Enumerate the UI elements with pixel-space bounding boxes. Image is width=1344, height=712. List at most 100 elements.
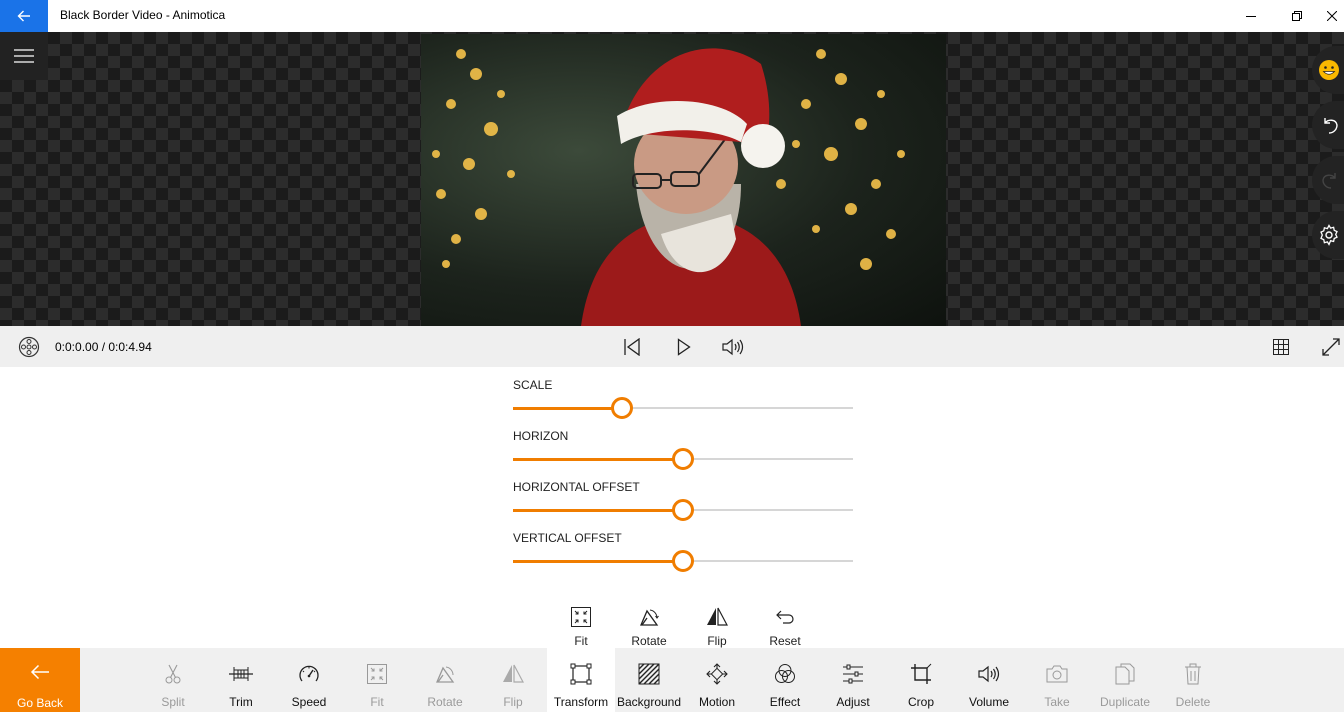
- tool-label: Effect: [769, 695, 801, 709]
- skip-back-icon: [624, 338, 640, 356]
- fullscreen-button[interactable]: [1320, 336, 1342, 358]
- subtool-label: Reset: [769, 634, 801, 648]
- tool-take[interactable]: Take: [1023, 648, 1091, 712]
- slider-label: VERTICAL OFFSET: [513, 531, 622, 545]
- tool-delete[interactable]: Delete: [1159, 648, 1227, 712]
- rotate-icon: [640, 609, 659, 626]
- tool-fit[interactable]: Fit: [343, 648, 411, 712]
- fit-icon: [367, 664, 387, 684]
- tool-label: Crop: [907, 695, 934, 709]
- window-title: Black Border Video - Animotica: [60, 8, 226, 22]
- tool-label: Split: [161, 695, 185, 709]
- undo-button[interactable]: [1312, 101, 1344, 149]
- flip-icon: [707, 607, 728, 626]
- horizontal-offset-slider[interactable]: HORIZONTAL OFFSET: [513, 469, 853, 521]
- duplicate-icon: [1115, 663, 1135, 685]
- minimize-button[interactable]: [1228, 0, 1274, 32]
- slider-thumb[interactable]: [672, 550, 694, 572]
- subtool-label: Flip: [707, 634, 727, 648]
- slider-thumb[interactable]: [610, 397, 633, 419]
- trash-icon: [1185, 663, 1201, 685]
- tool-speed[interactable]: Speed: [275, 648, 343, 712]
- preview-quality-button[interactable]: [18, 336, 40, 358]
- go-back-button[interactable]: Go Back: [0, 648, 80, 712]
- tool-rotate[interactable]: Rotate: [411, 648, 479, 712]
- horizon-slider[interactable]: HORIZON: [513, 418, 853, 470]
- slider-track[interactable]: [513, 397, 853, 419]
- close-icon: [1327, 11, 1337, 21]
- tool-crop[interactable]: Crop: [887, 648, 955, 712]
- tool-label: Adjust: [836, 695, 870, 709]
- tool-label: Transform: [553, 695, 609, 709]
- transform-icon: [570, 663, 592, 685]
- vertical-offset-slider[interactable]: VERTICAL OFFSET: [513, 520, 853, 572]
- arrow-left-icon: [17, 10, 30, 22]
- slider-thumb[interactable]: [672, 499, 694, 521]
- tool-label: Flip: [503, 695, 523, 709]
- speedometer-icon: [299, 665, 319, 682]
- window-back-button[interactable]: [0, 0, 48, 32]
- redo-button[interactable]: [1312, 156, 1344, 204]
- video-frame[interactable]: [421, 34, 946, 326]
- motion-icon: [706, 663, 728, 685]
- tool-motion[interactable]: Motion: [683, 648, 751, 712]
- tool-volume[interactable]: Volume: [955, 648, 1023, 712]
- play-button[interactable]: [672, 335, 696, 359]
- grid-button[interactable]: [1270, 336, 1292, 358]
- speaker-icon: [722, 338, 744, 356]
- subtool-fit[interactable]: Fit: [547, 600, 615, 648]
- subtool-flip[interactable]: Flip: [683, 600, 751, 648]
- emoji-button[interactable]: [1312, 46, 1344, 94]
- slider-track[interactable]: [513, 550, 853, 572]
- subtool-reset[interactable]: Reset: [751, 600, 819, 648]
- scissors-icon: [165, 664, 181, 684]
- smiley-icon: [1319, 60, 1339, 80]
- settings-button[interactable]: [1312, 211, 1344, 259]
- background-icon: [638, 663, 660, 685]
- tool-background[interactable]: Background: [615, 648, 683, 712]
- gear-icon: [1320, 224, 1338, 246]
- slider-label: HORIZON: [513, 429, 569, 443]
- scale-slider[interactable]: SCALE: [513, 367, 853, 419]
- undo-icon: [1324, 118, 1338, 134]
- preview-volume-button[interactable]: [720, 335, 746, 359]
- subtool-label: Fit: [574, 634, 588, 648]
- tool-label: Volume: [968, 695, 1010, 709]
- trim-icon: [229, 667, 253, 681]
- adjust-icon: [843, 664, 863, 684]
- tool-label: Duplicate: [1099, 695, 1151, 709]
- slider-thumb[interactable]: [672, 448, 694, 470]
- effect-icon: [775, 664, 795, 683]
- hamburger-icon: [14, 49, 34, 63]
- play-icon: [677, 338, 691, 356]
- tool-label: Delete: [1175, 695, 1211, 709]
- playback-time: 0:0:0.00 / 0:0:4.94: [55, 340, 152, 354]
- tool-effect[interactable]: Effect: [751, 648, 819, 712]
- slider-track[interactable]: [513, 448, 853, 470]
- reset-icon: [776, 610, 794, 624]
- restore-button[interactable]: [1274, 0, 1320, 32]
- tool-transform[interactable]: Transform: [547, 648, 615, 712]
- close-button[interactable]: [1320, 0, 1344, 32]
- fit-icon: [571, 607, 591, 627]
- skip-to-start-button[interactable]: [620, 335, 644, 359]
- subtool-rotate[interactable]: Rotate: [615, 600, 683, 648]
- tool-label: Trim: [229, 695, 253, 709]
- tool-trim[interactable]: Trim: [207, 648, 275, 712]
- redo-icon: [1322, 173, 1336, 189]
- video-preview-area: [0, 32, 1344, 326]
- slider-track[interactable]: [513, 499, 853, 521]
- tool-adjust[interactable]: Adjust: [819, 648, 887, 712]
- tool-split[interactable]: Split: [139, 648, 207, 712]
- tool-label: Rotate: [427, 695, 463, 709]
- tool-flip[interactable]: Flip: [479, 648, 547, 712]
- slider-fill: [513, 457, 683, 461]
- go-back-label: Go Back: [16, 696, 64, 710]
- arrow-left-icon: [30, 664, 49, 680]
- tool-duplicate[interactable]: Duplicate: [1091, 648, 1159, 712]
- volume-icon: [978, 665, 1000, 683]
- slider-fill: [513, 508, 683, 512]
- menu-button[interactable]: [0, 32, 48, 80]
- tool-label: Background: [616, 695, 682, 709]
- minimize-icon: [1246, 16, 1256, 17]
